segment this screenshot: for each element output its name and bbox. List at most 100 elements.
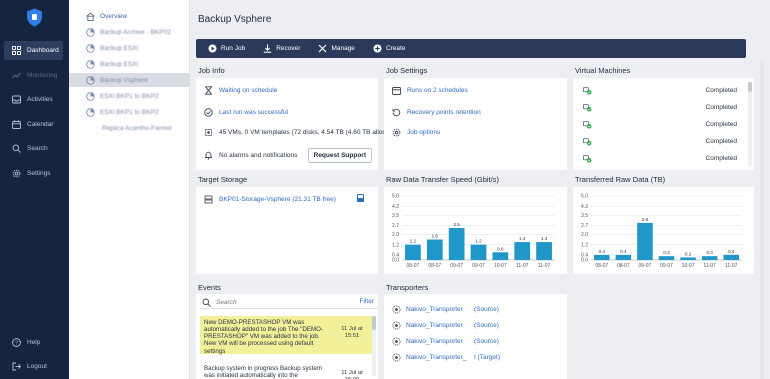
last-run-text[interactable]: Last run was successful bbox=[219, 109, 288, 116]
transporter-role: (Source) bbox=[474, 338, 499, 345]
vm-status: Completed bbox=[705, 138, 737, 145]
chart-bar bbox=[536, 242, 552, 260]
events-panel: Filter New DEMO-PRESTASHOP VM was automa… bbox=[196, 294, 378, 379]
vm-row[interactable]: Completed bbox=[573, 99, 745, 116]
vm-row[interactable]: Completed bbox=[573, 116, 745, 133]
transporter-name[interactable]: Nakivo_Transporter bbox=[406, 338, 463, 345]
events-scrollbar-thumb[interactable] bbox=[372, 316, 376, 330]
y-tick-label: 5.0 bbox=[392, 194, 399, 200]
nav-item-search[interactable]: Search bbox=[0, 139, 69, 158]
retention-row: Recovery points retention bbox=[392, 108, 481, 117]
chart-bar bbox=[723, 254, 739, 260]
transporters-panel: Nakivo_Transporter (Source) Nakivo_Trans… bbox=[384, 294, 567, 379]
x-tick-label: 11-07 bbox=[703, 263, 716, 269]
recover-button[interactable]: Recover bbox=[263, 44, 300, 53]
events-scrollbar[interactable] bbox=[372, 316, 376, 376]
event-item[interactable]: Backup system in progress Backup system … bbox=[200, 362, 372, 379]
check-circle-icon bbox=[204, 108, 213, 117]
vm-scrollbar[interactable] bbox=[748, 82, 752, 166]
create-label: Create bbox=[385, 45, 406, 52]
app-window: Dashboard Monitoring Activities Calendar… bbox=[0, 0, 770, 379]
run-job-button[interactable]: Run Job bbox=[208, 44, 245, 53]
events-search-input[interactable] bbox=[216, 299, 356, 306]
hourglass-icon bbox=[204, 86, 213, 95]
transporter-name[interactable]: Nakivo_Transporter bbox=[406, 322, 463, 329]
schedules-link[interactable]: Runs on 2 schedules bbox=[407, 87, 468, 94]
transporter-icon bbox=[392, 321, 401, 330]
manage-label: Manage bbox=[331, 45, 355, 52]
event-date: 11 Jul at 15:51 bbox=[341, 326, 363, 339]
vm-row[interactable]: Completed bbox=[573, 133, 745, 150]
vm-success-icon bbox=[583, 86, 592, 95]
nav-item-monitoring[interactable]: Monitoring bbox=[0, 66, 69, 85]
transporter-icon bbox=[392, 305, 401, 314]
calendar-icon bbox=[12, 120, 21, 129]
retention-link[interactable]: Recovery points retention bbox=[407, 109, 481, 116]
vm-scrollbar-thumb[interactable] bbox=[748, 82, 752, 92]
create-button[interactable]: Create bbox=[373, 44, 406, 53]
storage-link[interactable]: BKP01-Storage-Vsphere (21.31 TB free) bbox=[219, 196, 336, 203]
vm-status: Completed bbox=[705, 87, 737, 94]
tree-item-job[interactable]: Backup Archive - BKP02 bbox=[69, 25, 190, 39]
filter-button[interactable]: Filter bbox=[360, 298, 374, 305]
virtual-machines-panel: Completed Completed Completed Completed … bbox=[573, 78, 754, 170]
restore-icon bbox=[392, 108, 401, 117]
nav-item-settings[interactable]: Settings bbox=[0, 164, 69, 183]
nav-item-calendar[interactable]: Calendar bbox=[0, 115, 69, 134]
transporter-row: Nakivo_Transporter (Source) bbox=[392, 321, 499, 330]
job-options-link[interactable]: Job options bbox=[407, 129, 440, 136]
y-tick-label: 3.5 bbox=[581, 213, 588, 219]
grid-icon bbox=[12, 46, 21, 55]
data-label: 1.4 bbox=[541, 236, 548, 241]
vm-status: Completed bbox=[705, 104, 737, 111]
vm-row[interactable]: Completed bbox=[573, 82, 745, 99]
chart-bar bbox=[405, 244, 421, 260]
logout-button[interactable]: Logout bbox=[0, 357, 69, 376]
vm-row[interactable]: Completed bbox=[573, 150, 745, 167]
page-scrollbar[interactable] bbox=[760, 60, 764, 379]
nav-item-label: Activities bbox=[27, 96, 53, 103]
tree-item-job[interactable]: Backup ESXi bbox=[69, 41, 190, 55]
alarms-text: No alarms and notifications bbox=[219, 152, 298, 159]
wrench-icon bbox=[318, 44, 327, 53]
help-label: Help bbox=[27, 339, 41, 346]
shield-logo-icon[interactable] bbox=[26, 8, 43, 27]
nav-item-label: Monitoring bbox=[27, 72, 58, 79]
request-support-button[interactable]: Request Support bbox=[307, 148, 372, 163]
event-item[interactable]: New DEMO-PRESTASHOP VM was automatically… bbox=[200, 316, 372, 355]
tree-item-label: Backup Archive - BKP02 bbox=[100, 28, 171, 36]
nav-item-activities[interactable]: Activities bbox=[0, 90, 69, 109]
manage-button[interactable]: Manage bbox=[318, 44, 355, 53]
gear-icon bbox=[12, 169, 21, 178]
x-tick-label: 08-07 bbox=[617, 263, 630, 269]
tree-item-job[interactable]: ESXi BKP1 to BKP2 bbox=[69, 105, 190, 119]
calendar-icon bbox=[392, 86, 401, 95]
transporter-name[interactable]: Nakivo_Transporter_ bbox=[406, 354, 466, 361]
tree-item-job[interactable]: Backup ESXi bbox=[69, 57, 190, 71]
search-icon bbox=[202, 298, 211, 307]
tree-item-job-selected[interactable]: Backup Vsphere bbox=[69, 73, 190, 87]
transporter-name[interactable]: Nakivo_Transporter bbox=[406, 306, 463, 313]
x-tick-label: 09-07 bbox=[450, 263, 463, 269]
tree-item-overview[interactable]: Overview bbox=[69, 9, 190, 23]
x-tick-label: 08-07 bbox=[428, 263, 441, 269]
y-tick-label: 1.2 bbox=[581, 242, 588, 248]
x-tick-label: 09-07 bbox=[472, 263, 485, 269]
y-tick-label: 2.7 bbox=[392, 223, 399, 229]
tree-item-job[interactable]: Replica Acantho-Farmol bbox=[69, 121, 190, 135]
tree-item-job[interactable]: ESXi BKP1 to BKP2 bbox=[69, 89, 190, 103]
nav-item-dashboard[interactable]: Dashboard bbox=[4, 41, 63, 60]
vm-summary-text: 45 VMs, 0 VM templates (72 disks, 4.54 T… bbox=[219, 129, 392, 136]
job-icon bbox=[86, 59, 95, 69]
virtual-machines-title: Virtual Machines bbox=[575, 66, 631, 75]
job-icon bbox=[86, 107, 95, 117]
y-tick-label: 4.2 bbox=[581, 204, 588, 210]
x-tick-label: 11-07 bbox=[538, 263, 551, 269]
chart-bar bbox=[594, 254, 610, 260]
plus-circle-icon bbox=[373, 44, 382, 53]
help-button[interactable]: ? Help bbox=[0, 333, 69, 352]
chart-bar bbox=[701, 256, 718, 260]
tree-item-label: Replica Acantho-Farmol bbox=[102, 124, 172, 132]
job-status-text[interactable]: Waiting on schedule bbox=[219, 87, 277, 94]
transporter-icon bbox=[392, 353, 401, 362]
